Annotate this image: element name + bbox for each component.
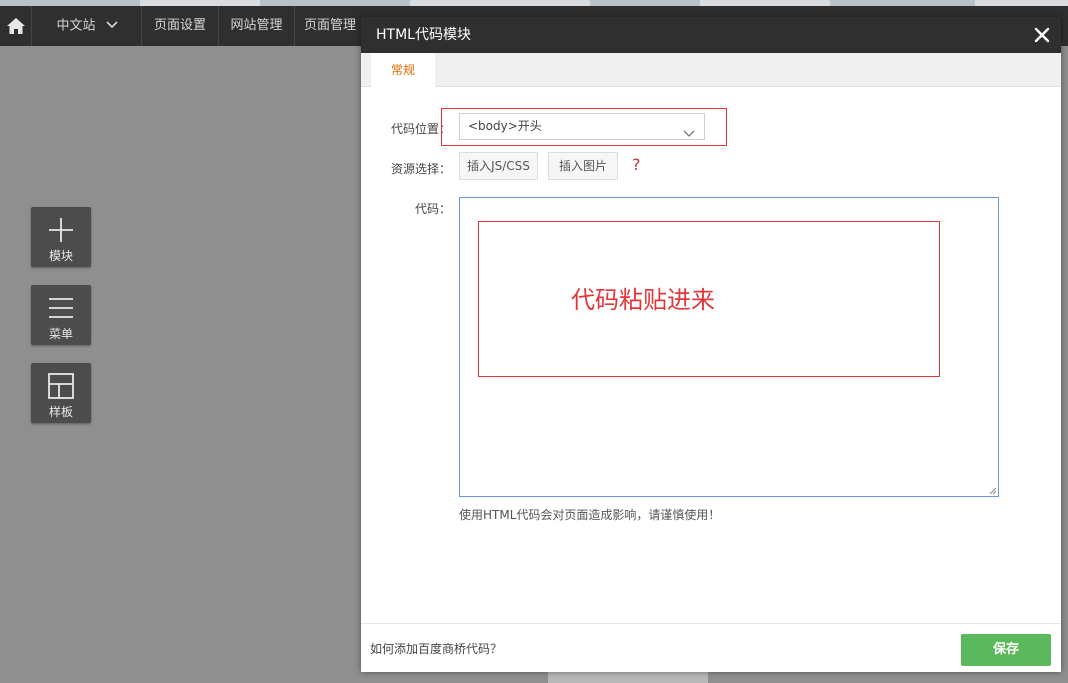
code-position-select[interactable]: <body>开头 [459,113,705,140]
nav-site-management-label: 网站管理 [230,18,283,33]
dialog-title: HTML代码模块 [376,27,471,43]
tab-general[interactable]: 常规 [371,53,435,87]
tool-template-label: 样板 [48,405,73,419]
code-position-value: <body>开头 [468,119,542,133]
dialog-footer: 如何添加百度商桥代码？ 保存 [361,623,1061,672]
dialog-header: HTML代码模块 [361,17,1061,53]
site-selector-label: 中文站 [56,18,96,34]
tool-template-button[interactable]: 样板 [31,363,91,423]
close-button[interactable] [1033,26,1051,44]
tool-menu-label: 菜单 [48,327,73,341]
nav-page-management-label: 页面管理 [303,18,356,33]
nav-page-settings[interactable]: 页面设置 [142,6,219,46]
paste-hint-annotation: 代码粘贴进来 [478,221,940,377]
resource-select-label: 资源选择： [390,162,451,176]
nav-page-management[interactable]: 页面管理 [295,6,365,46]
baidu-bridge-help-link[interactable]: 如何添加百度商桥代码？ [370,640,502,657]
code-label: 代码： [414,202,451,216]
home-button[interactable] [0,6,32,46]
tool-module-button[interactable]: 模块 [31,207,91,267]
html-warning-note: 使用HTML代码会对页面造成影响，请谨慎使用！ [459,508,721,522]
plus-icon [49,218,73,242]
menu-icon [49,298,73,318]
close-icon [1034,27,1050,43]
help-icon[interactable]: ? [632,156,641,174]
chevron-down-icon [105,6,118,46]
save-button[interactable]: 保存 [961,634,1051,666]
site-selector-dropdown[interactable]: 中文站 [33,6,142,46]
tool-menu-button[interactable]: 菜单 [31,285,91,345]
code-position-label: 代码位置： [390,122,451,136]
paste-hint-text: 代码粘贴进来 [571,286,715,314]
tool-module-label: 模块 [48,249,73,263]
dialog-tabbar: 常规 [361,53,1061,87]
nav-site-management[interactable]: 网站管理 [219,6,295,46]
home-icon [6,18,25,34]
nav-page-settings-label: 页面设置 [153,18,206,33]
insert-image-button[interactable]: 插入图片 [548,152,618,180]
insert-js-css-button[interactable]: 插入JS/CSS [459,152,538,180]
layout-icon [48,373,74,399]
resize-grip-icon[interactable] [988,486,997,495]
background-decoration [548,672,708,683]
chevron-down-icon [683,122,695,147]
html-code-module-dialog: HTML代码模块 常规 代码位置： <body>开头 资源选择： 插入JS/CS… [361,17,1061,672]
